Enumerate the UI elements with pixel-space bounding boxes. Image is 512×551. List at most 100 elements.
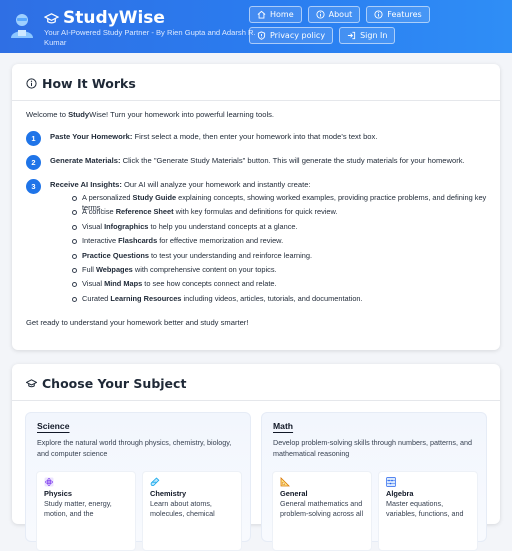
list-item: Curated Learning Resources including vid… xyxy=(72,294,502,308)
topic-name: Physics xyxy=(44,489,72,498)
item-keyword: Flashcards xyxy=(118,236,158,246)
item-prefix: Interactive xyxy=(82,236,119,246)
list-item: A personalized Study Guide explaining co… xyxy=(72,193,502,212)
graduation-cap-icon xyxy=(44,12,59,23)
item-prefix: Curated xyxy=(82,293,111,303)
item-prefix: Full xyxy=(82,264,96,274)
item-prefix: Visual xyxy=(82,221,105,231)
choose-subject-title: Choose Your Subject xyxy=(26,376,186,391)
item-keyword: Infographics xyxy=(104,221,149,231)
test-tube-icon xyxy=(150,477,160,487)
info-icon xyxy=(374,10,383,19)
info-icon xyxy=(316,10,325,19)
item-suffix: to see how concepts connect and relate. xyxy=(142,279,277,289)
brand-name: StudyWise xyxy=(63,8,165,28)
app-header: StudyWise Your AI-Powered Study Partner … xyxy=(0,0,512,53)
intro-prefix: Welcome to xyxy=(26,110,69,119)
item-prefix: A personalized xyxy=(82,193,133,202)
sign-in-icon xyxy=(347,31,356,40)
triangle-ruler-icon xyxy=(280,477,290,487)
topic-algebra-card[interactable]: Algebra Master equations, variables, fun… xyxy=(378,471,478,551)
nav-features-button[interactable]: Features xyxy=(366,6,430,23)
step-text: Generate Materials: Click the "Generate … xyxy=(50,156,465,166)
item-suffix: to test your understanding and reinforce… xyxy=(148,250,313,260)
nav-home-label: Home xyxy=(270,10,294,19)
list-item: A concise Reference Sheet with key formu… xyxy=(72,207,502,221)
topic-description: Master equations, variables, functions, … xyxy=(386,499,464,518)
item-keyword: Practice Questions xyxy=(82,250,149,260)
how-it-works-title: How It Works xyxy=(26,76,136,91)
topic-description: General mathematics and problem-solving … xyxy=(280,499,364,518)
topic-name: General xyxy=(280,489,308,498)
item-prefix: A concise xyxy=(82,207,116,217)
item-keyword: Study Guide xyxy=(132,193,177,202)
step-number-badge: 3 xyxy=(26,179,41,194)
atom-icon xyxy=(44,477,54,487)
subject-math-panel[interactable]: Math Develop problem-solving skills thro… xyxy=(261,412,487,551)
topic-general-card[interactable]: General General mathematics and problem-… xyxy=(272,471,372,551)
how-it-works-title-text: How It Works xyxy=(42,76,136,91)
nav-home-button[interactable]: Home xyxy=(249,6,302,23)
intro-brand-rest: Wise xyxy=(89,110,107,119)
abacus-icon xyxy=(386,477,396,487)
topic-name: Algebra xyxy=(386,489,414,498)
item-suffix: to help you understand concepts at a gla… xyxy=(148,221,298,231)
list-item: Practice Questions to test your understa… xyxy=(72,251,502,265)
shield-icon xyxy=(257,31,266,40)
how-it-works-card: How It Works Welcome to StudyWise! Turn … xyxy=(12,64,500,350)
info-icon xyxy=(26,78,37,89)
nav-about-label: About xyxy=(328,10,353,19)
topic-description: Study matter, energy, motion, and the xyxy=(44,499,112,518)
nav-privacy-label: Privacy policy xyxy=(270,31,326,40)
step-text: Paste Your Homework: First select a mode… xyxy=(50,132,377,142)
topic-name: Chemistry xyxy=(150,489,187,498)
item-keyword: Reference Sheet xyxy=(115,207,174,217)
step-text: Receive AI Insights: Our AI will analyze… xyxy=(50,180,311,190)
nav-sign-in-label: Sign In xyxy=(360,31,388,40)
nav-features-label: Features xyxy=(387,10,422,19)
list-item: Full Webpages with comprehensive content… xyxy=(72,265,502,279)
divider xyxy=(12,400,500,401)
outputs-list: A personalized Study Guide explaining co… xyxy=(72,193,502,308)
tagline: Your AI-Powered Study Partner - By Rien … xyxy=(44,28,256,47)
item-prefix: Visual xyxy=(82,279,105,289)
subject-description: Explore the natural world through physic… xyxy=(37,438,232,458)
list-item: Interactive Flashcards for effective mem… xyxy=(72,236,502,250)
outro-text: Get ready to understand your homework be… xyxy=(26,318,249,327)
subject-description: Develop problem-solving skills through n… xyxy=(273,438,472,458)
intro-text: Welcome to StudyWise! Turn your homework… xyxy=(26,110,274,119)
step-number-badge: 2 xyxy=(26,155,41,170)
step-title: Paste Your Homework: xyxy=(50,132,133,141)
list-item: Visual Mind Maps to see how concepts con… xyxy=(72,279,502,293)
nav-about-button[interactable]: About xyxy=(307,6,361,23)
subject-science-panel[interactable]: Science Explore the natural world throug… xyxy=(25,412,251,551)
subject-name: Math xyxy=(273,421,294,431)
step-description: Our AI will analyze your homework and in… xyxy=(121,180,311,189)
graduation-cap-icon xyxy=(26,379,37,388)
item-keyword: Learning Resources xyxy=(110,293,182,303)
nav-sign-in-button[interactable]: Sign In xyxy=(339,27,396,44)
item-keyword: Mind Maps xyxy=(104,279,143,289)
main-nav: Home About Features Privacy policy Sign … xyxy=(249,6,504,44)
topic-physics-card[interactable]: Physics Study matter, energy, motion, an… xyxy=(36,471,136,551)
step-description: Click the "Generate Study Materials" but… xyxy=(120,156,465,165)
brand[interactable]: StudyWise xyxy=(44,8,165,28)
item-suffix: with key formulas and definitions for qu… xyxy=(173,207,338,217)
nav-privacy-button[interactable]: Privacy policy xyxy=(249,27,334,44)
intro-brand-bold: Study xyxy=(68,110,90,119)
topic-description: Learn about atoms, molecules, chemical xyxy=(150,499,215,518)
subject-name: Science xyxy=(37,421,70,431)
step-number-badge: 1 xyxy=(26,131,41,146)
topic-chemistry-card[interactable]: Chemistry Learn about atoms, molecules, … xyxy=(142,471,242,551)
choose-subject-card: Choose Your Subject Science Explore the … xyxy=(12,364,500,551)
item-suffix: for effective memorization and review. xyxy=(157,236,284,246)
choose-subject-title-text: Choose Your Subject xyxy=(42,376,187,391)
item-keyword: Webpages xyxy=(95,264,133,274)
step-title: Generate Materials: xyxy=(50,156,121,165)
divider xyxy=(12,100,500,101)
step-description: First select a mode, then enter your hom… xyxy=(132,132,378,141)
list-item: Visual Infographics to help you understa… xyxy=(72,222,502,236)
student-avatar-icon xyxy=(11,14,33,38)
step-title: Receive AI Insights: xyxy=(50,180,122,189)
item-suffix: with comprehensive content on your topic… xyxy=(132,264,277,274)
